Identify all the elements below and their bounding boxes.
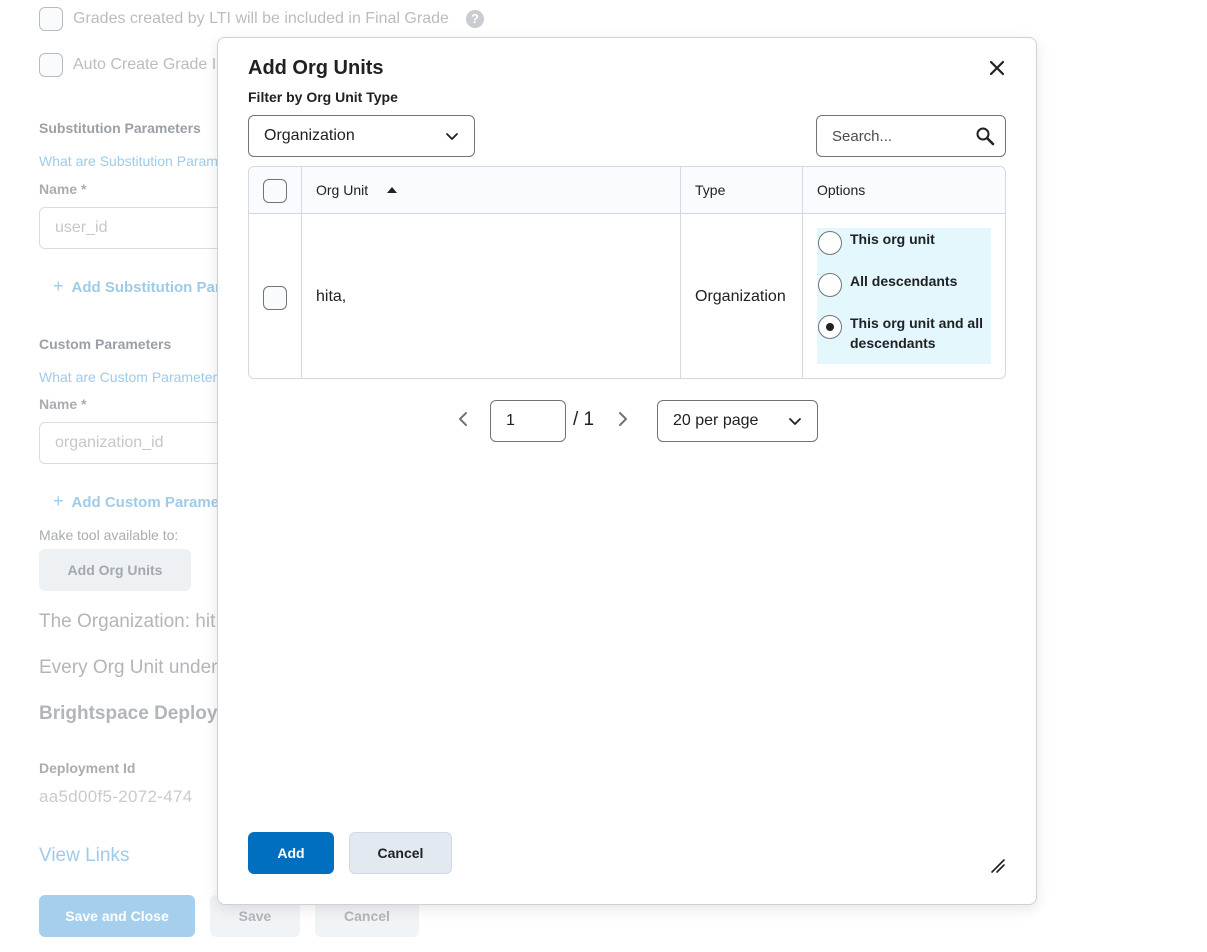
add-org-units-button[interactable]: Add Org Units [39,549,191,591]
plus-icon: + [53,276,64,296]
org-units-table: Org Unit Type Options hita, Organization… [248,166,1006,379]
close-icon[interactable] [984,55,1010,81]
radio-this-org-unit[interactable] [818,231,842,255]
search-input[interactable] [818,117,968,155]
save-and-close-button[interactable]: Save and Close [39,895,195,937]
filter-label: Filter by Org Unit Type [248,89,398,105]
radio-this-and-descendants[interactable] [818,315,842,339]
select-all-checkbox[interactable] [263,179,287,203]
column-divider [680,167,681,378]
options-radio-group: This org unit All descendants This org u… [817,228,991,364]
org-unit-type-select[interactable]: Organization [248,115,475,157]
row-checkbox[interactable] [263,286,287,310]
help-icon[interactable]: ? [466,10,484,28]
sort-ascending-icon[interactable] [387,187,397,193]
grades-lti-label: Grades created by LTI will be included i… [73,10,449,27]
deployment-heading: Brightspace Deployn [39,703,230,724]
org-line-2: Every Org Unit under [39,657,218,678]
custom-help-link[interactable]: What are Custom Parameter [39,369,217,385]
column-header-org-unit[interactable]: Org Unit [316,167,368,214]
search-box [816,115,1006,157]
make-available-label: Make tool available to: [39,527,179,543]
plus-icon: + [53,491,64,511]
deployment-id-value: aa5d00f5-2072-474 [39,787,193,806]
custom-heading: Custom Parameters [39,336,172,352]
column-header-type: Type [695,182,726,198]
option-label: This org unit [850,231,935,247]
per-page-select[interactable]: 20 per page [657,400,818,442]
org-unit-type-value: Organization [264,127,355,144]
radio-all-descendants[interactable] [818,273,842,297]
chevron-right-icon[interactable] [614,411,630,427]
auto-create-checkbox[interactable] [39,53,63,77]
org-unit-type: Organization [695,288,786,305]
option-label: This org unit and all descendants [850,315,983,351]
custom-name-input[interactable]: organization_id [39,422,239,464]
column-header-options: Options [817,182,866,198]
view-links[interactable]: View Links [39,845,129,867]
column-divider [802,167,803,378]
add-substitution-label: Add Substitution Para [71,279,230,296]
substitution-heading: Substitution Parameters [39,120,201,136]
deployment-id-label: Deployment Id [39,760,136,776]
search-icon[interactable] [975,126,995,146]
chevron-left-icon[interactable] [456,411,472,427]
grades-lti-checkbox[interactable] [39,7,63,31]
custom-name-label: Name * [39,396,87,412]
page-total: / 1 [573,409,595,430]
per-page-value: 20 per page [673,412,759,429]
chevron-down-icon [789,418,801,425]
page-number-input[interactable] [490,400,566,442]
dialog-title: Add Org Units [248,57,384,79]
substitution-name-label: Name * [39,181,87,197]
substitution-name-input[interactable]: user_id [39,207,239,249]
resize-handle-icon[interactable] [990,858,1006,874]
chevron-down-icon [446,133,458,140]
add-custom-button[interactable]: + Add Custom Paramete [53,491,232,512]
org-line-1: The Organization: hit [39,611,216,632]
column-divider [301,167,302,378]
auto-create-label: Auto Create Grade I [73,56,217,73]
option-label: All descendants [850,273,958,289]
add-button[interactable]: Add [248,832,334,874]
org-unit-name: hita, [316,288,347,305]
add-custom-label: Add Custom Paramete [71,494,233,511]
substitution-help-link[interactable]: What are Substitution Param [39,153,218,169]
dialog-cancel-button[interactable]: Cancel [349,832,452,874]
add-org-units-dialog: Add Org Units Filter by Org Unit Type Or… [217,37,1037,905]
add-substitution-button[interactable]: + Add Substitution Para [53,276,229,297]
